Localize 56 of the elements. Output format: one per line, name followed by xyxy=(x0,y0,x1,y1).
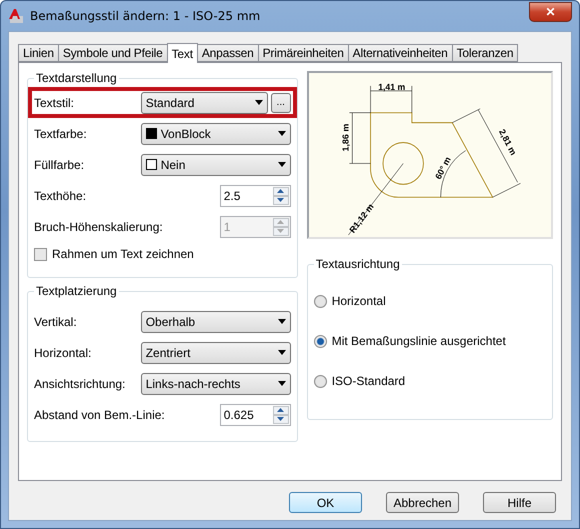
browse-button[interactable]: ... xyxy=(270,92,291,112)
field-label: Vertikal: xyxy=(34,314,78,328)
checkbox[interactable] xyxy=(34,248,47,260)
spin-up-icon[interactable] xyxy=(272,186,289,196)
radio-button[interactable] xyxy=(314,334,327,348)
dropdown[interactable]: Nein xyxy=(140,154,291,176)
dropdown-arrow-icon xyxy=(254,100,263,105)
field-label: Textstil: xyxy=(34,96,76,110)
spin-up-icon[interactable] xyxy=(272,406,289,414)
dimension-label: 60° m xyxy=(432,155,452,181)
field-label: Texthöhe: xyxy=(34,188,88,202)
spin-down-icon[interactable] xyxy=(272,196,289,204)
field-label: Füllfarbe: xyxy=(34,158,86,172)
dialog-button[interactable]: Hilfe xyxy=(483,492,556,513)
app-logo-icon xyxy=(8,8,24,24)
tab[interactable]: Primäreinheiten xyxy=(258,44,349,62)
dropdown-arrow-icon xyxy=(278,131,286,136)
tab[interactable]: Symbole und Pfeile xyxy=(58,44,168,62)
close-button[interactable]: ✕ xyxy=(529,2,572,22)
dialog-button[interactable]: OK xyxy=(289,492,362,513)
radio-button[interactable] xyxy=(314,294,327,308)
dropdown[interactable]: Oberhalb xyxy=(140,310,291,332)
tab[interactable]: Toleranzen xyxy=(452,44,518,62)
dropdown-arrow-icon xyxy=(278,162,286,167)
dropdown[interactable]: Zentriert xyxy=(140,342,291,364)
dropdown-arrow-icon xyxy=(278,319,286,324)
group-title: Textplatzierung xyxy=(35,284,118,298)
number-field[interactable]: 0.625 xyxy=(220,404,291,426)
dimension-label: 1,86 m xyxy=(340,124,350,152)
number-field[interactable]: 2.5 xyxy=(220,184,291,206)
radio-label: Horizontal xyxy=(332,294,386,308)
dropdown[interactable]: Links-nach-rechts xyxy=(140,372,291,394)
radio-label: ISO-Standard xyxy=(332,374,406,388)
checkbox-label: Rahmen um Text zeichnen xyxy=(52,247,194,261)
dropdown-arrow-icon xyxy=(278,381,286,386)
tab[interactable]: Anpassen xyxy=(196,44,259,62)
radio-button[interactable] xyxy=(314,374,327,388)
group-title: Textdarstellung xyxy=(35,71,118,85)
field-label: Ansichtsrichtung: xyxy=(34,376,126,390)
tab[interactable]: Alternativeinheiten xyxy=(348,44,453,62)
tab[interactable]: Linien xyxy=(18,44,59,62)
dropdown[interactable]: VonBlock xyxy=(140,122,291,144)
dropdown[interactable]: Standard xyxy=(140,92,268,114)
field-label: Textfarbe: xyxy=(34,126,88,140)
radio-label: Mit Bemaßungslinie ausgerichtet xyxy=(332,334,506,348)
group-title: Textausrichtung xyxy=(314,257,401,271)
field-label: Bruch-Höhenskalierung: xyxy=(34,220,164,234)
field-label: Horizontal: xyxy=(34,346,92,360)
tab[interactable]: Text xyxy=(166,43,198,63)
field-label: Abstand von Bem.-Linie: xyxy=(34,408,166,422)
dialog-button[interactable]: Abbrechen xyxy=(386,492,459,513)
dimension-label: 1,41 m xyxy=(378,82,405,92)
dropdown-arrow-icon xyxy=(278,350,286,355)
window-title: Bemaßungsstil ändern: 1 - ISO-25 mm xyxy=(30,9,262,23)
dimension-label: 2,81 m xyxy=(496,127,518,157)
spin-down-icon[interactable] xyxy=(272,414,289,424)
